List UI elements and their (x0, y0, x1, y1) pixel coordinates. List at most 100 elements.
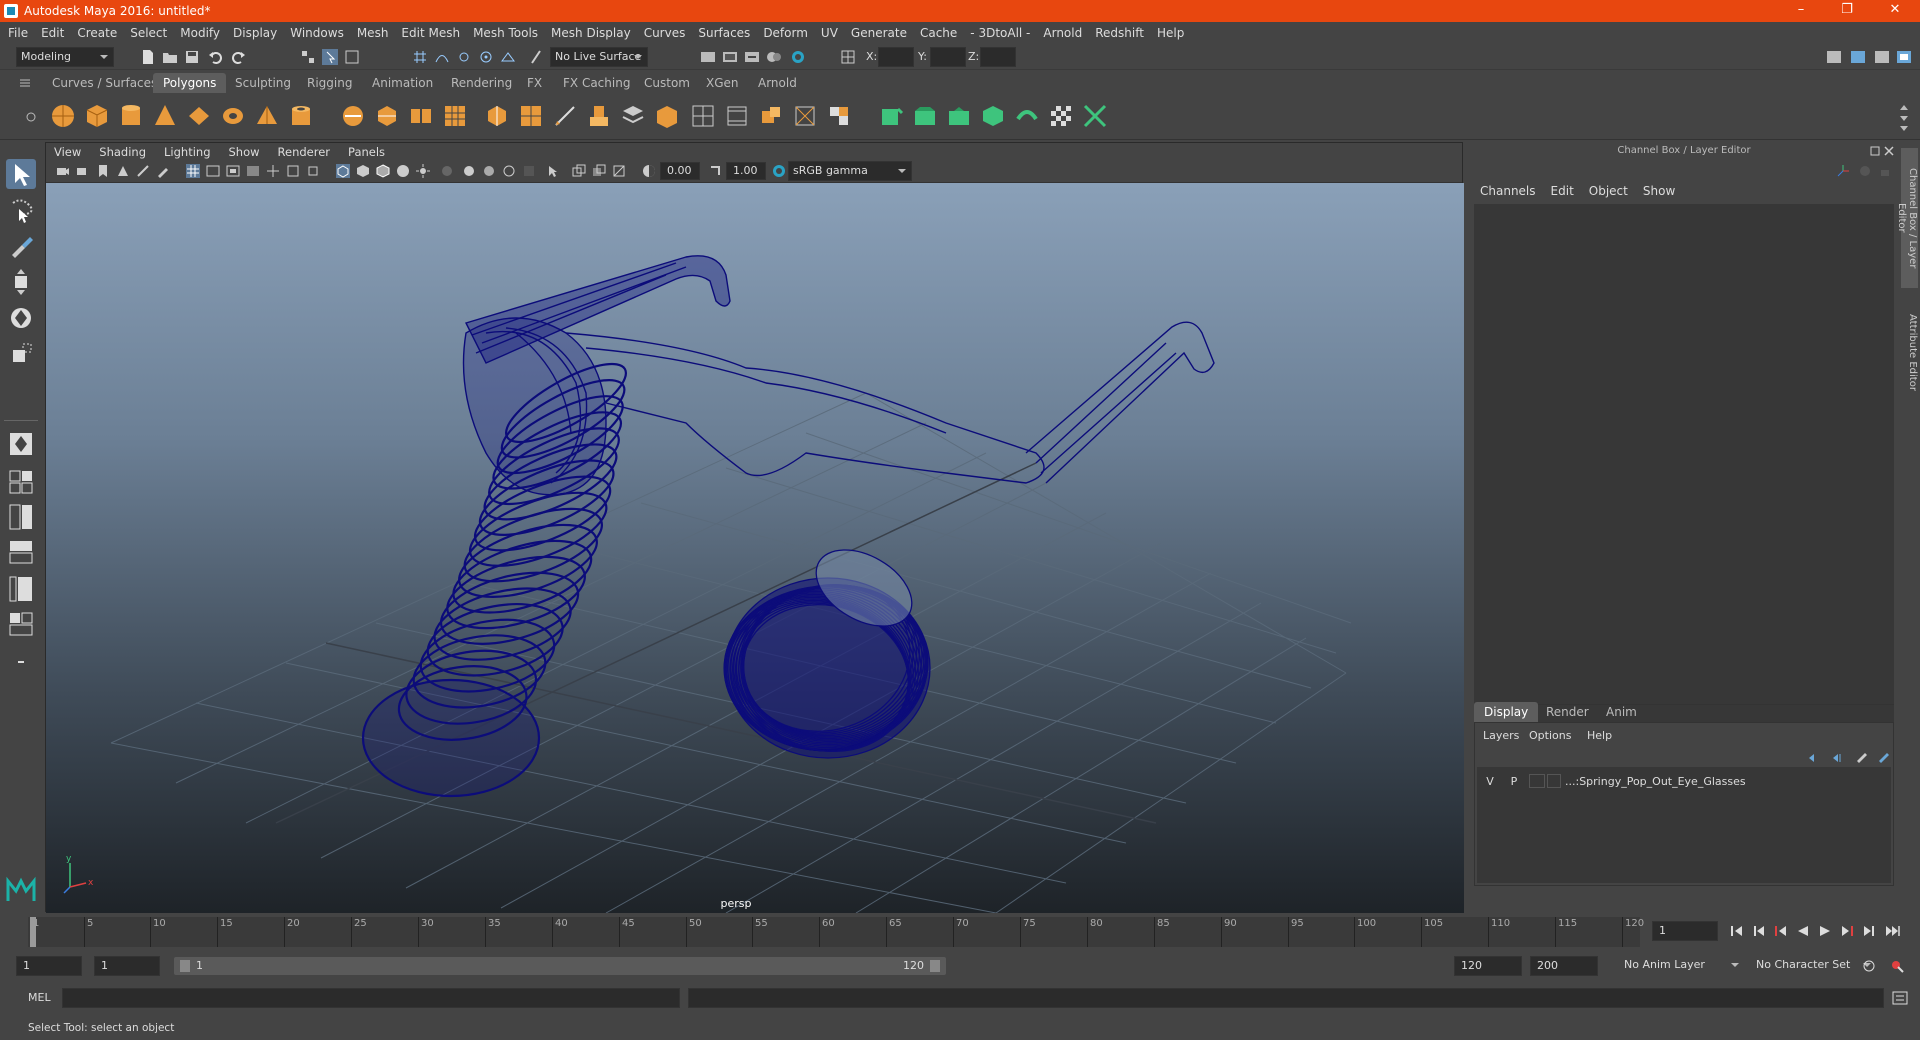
resolution-gate-icon[interactable] (226, 164, 240, 178)
auto-key-icon[interactable] (1862, 959, 1876, 973)
animation-preferences-icon[interactable] (1890, 959, 1904, 973)
film-gate-icon[interactable] (206, 164, 220, 178)
automatic-mapping-icon[interactable] (826, 103, 852, 129)
snap-curve-icon[interactable] (434, 49, 450, 65)
menu-display[interactable]: Display (233, 26, 277, 40)
rotate-tool-icon[interactable] (6, 303, 36, 333)
side-tab-attribute-editor[interactable]: Attribute Editor (1901, 302, 1918, 402)
toggle-attribute-editor-icon[interactable] (1850, 49, 1866, 65)
render-frame-icon[interactable] (700, 49, 716, 65)
poly-cube-icon[interactable] (84, 103, 110, 129)
tab-curves-surfaces[interactable]: Curves / Surfaces (42, 73, 167, 93)
append-polygon-icon[interactable] (620, 103, 646, 129)
channel-edit-menu[interactable]: Edit (1551, 184, 1574, 198)
use-all-lights-icon[interactable] (416, 164, 430, 178)
channels-menu[interactable]: Channels (1480, 184, 1536, 198)
viewport-scene[interactable]: persp y x (46, 183, 1464, 913)
field-chart-icon[interactable] (266, 164, 280, 178)
poly-cone-icon[interactable] (152, 103, 178, 129)
snap-grid-icon[interactable] (412, 49, 428, 65)
smooth-icon[interactable] (442, 103, 468, 129)
menu-modify[interactable]: Modify (180, 26, 220, 40)
layer-row[interactable]: V P ...:Springy_Pop_Out_Eye_Glasses (1481, 771, 1889, 791)
select-by-object-icon[interactable] (322, 49, 338, 65)
xray-icon[interactable] (572, 164, 586, 178)
menu-edit-mesh[interactable]: Edit Mesh (401, 26, 460, 40)
step-forward-frame-icon[interactable] (1840, 924, 1854, 938)
camera-attributes-icon[interactable] (76, 164, 90, 178)
step-forward-key-icon[interactable] (1862, 924, 1876, 938)
color-management-icon[interactable] (772, 164, 786, 178)
gamma-icon[interactable] (708, 164, 722, 178)
y-coord-input[interactable] (930, 47, 966, 67)
viewport-menu-shading[interactable]: Shading (99, 145, 146, 159)
layer-playback-toggle[interactable]: P (1503, 775, 1525, 788)
screen-space-ao-icon[interactable] (462, 164, 476, 178)
four-view-layout-icon[interactable] (6, 503, 36, 531)
range-end-handle[interactable] (930, 960, 940, 972)
range-start-handle[interactable] (180, 960, 190, 972)
extrude-icon[interactable] (586, 103, 612, 129)
viewport-menu-panels[interactable]: Panels (348, 145, 385, 159)
menu-deform[interactable]: Deform (763, 26, 808, 40)
menu-mesh-tools[interactable]: Mesh Tools (473, 26, 538, 40)
menu-curves[interactable]: Curves (644, 26, 686, 40)
undo-icon[interactable] (208, 49, 224, 65)
two-d-pan-zoom-icon[interactable] (136, 164, 150, 178)
character-set-dropdown[interactable]: No Character Set (1752, 956, 1876, 976)
channel-show-menu[interactable]: Show (1643, 184, 1675, 198)
menu-3dtoall[interactable]: - 3DtoAll - (970, 26, 1030, 40)
target-weld-icon[interactable] (690, 103, 716, 129)
tab-fx[interactable]: FX (517, 73, 552, 93)
side-tab-channel-box[interactable]: Channel Box / Layer Editor (1896, 148, 1918, 288)
viewport-menu-renderer[interactable]: Renderer (278, 145, 331, 159)
scene-canvas[interactable]: persp y x (46, 183, 1464, 913)
checker-map-icon[interactable] (1048, 103, 1074, 129)
exposure-icon[interactable] (642, 164, 656, 178)
exposure-input[interactable]: 0.00 (660, 162, 700, 180)
multi-cut-icon[interactable] (552, 103, 578, 129)
toggle-tool-settings-icon[interactable] (1874, 49, 1890, 65)
menu-uv[interactable]: UV (821, 26, 838, 40)
sew-uv-icon[interactable] (946, 103, 972, 129)
anim-layer-dropdown[interactable]: No Anim Layer (1620, 956, 1744, 976)
playback-start-input[interactable]: 1 (94, 956, 160, 976)
make-live-icon[interactable] (528, 49, 544, 65)
tab-sculpting[interactable]: Sculpting (225, 73, 301, 93)
float-panel-icon[interactable] (1870, 146, 1880, 156)
viewport-menu-view[interactable]: View (54, 145, 81, 159)
persp-graph-layout-icon[interactable] (6, 575, 36, 603)
live-surface-field[interactable]: No Live Surface (550, 47, 648, 67)
mirror-uv-icon[interactable] (1082, 103, 1108, 129)
create-empty-layer-icon[interactable] (1855, 751, 1869, 765)
menu-cache[interactable]: Cache (920, 26, 957, 40)
channel-box-settings-icon[interactable] (1858, 164, 1872, 178)
menu-arnold[interactable]: Arnold (1043, 26, 1082, 40)
anti-aliasing-icon[interactable] (502, 164, 516, 178)
unfold-uv-icon[interactable] (980, 103, 1006, 129)
range-slider-bar[interactable]: 1 120 (174, 957, 946, 975)
single-perspective-layout-icon[interactable] (6, 467, 36, 495)
insert-edge-loop-icon[interactable] (724, 103, 750, 129)
toggle-channel-box-icon[interactable] (1896, 49, 1912, 65)
play-forwards-icon[interactable] (1818, 924, 1832, 938)
menu-set-dropdown[interactable]: Modeling (16, 47, 114, 67)
layers-menu[interactable]: Layers (1483, 729, 1519, 742)
poly-pyramid-icon[interactable] (254, 103, 280, 129)
poly-cylinder-icon[interactable] (118, 103, 144, 129)
menu-mesh-display[interactable]: Mesh Display (551, 26, 631, 40)
select-camera-icon[interactable] (56, 164, 70, 178)
menu-mesh[interactable]: Mesh (357, 26, 389, 40)
layer-help-menu[interactable]: Help (1587, 729, 1612, 742)
poly-pipe-icon[interactable] (288, 103, 314, 129)
menu-select[interactable]: Select (130, 26, 167, 40)
image-plane-icon[interactable] (116, 164, 130, 178)
select-by-hierarchy-icon[interactable] (300, 49, 316, 65)
gate-mask-icon[interactable] (246, 164, 260, 178)
tab-rendering[interactable]: Rendering (441, 73, 522, 93)
boolean-icon[interactable] (654, 103, 680, 129)
restore-button[interactable]: ❐ (1824, 0, 1870, 22)
menu-surfaces[interactable]: Surfaces (698, 26, 750, 40)
menu-generate[interactable]: Generate (851, 26, 907, 40)
lasso-tool-icon[interactable] (6, 195, 36, 225)
